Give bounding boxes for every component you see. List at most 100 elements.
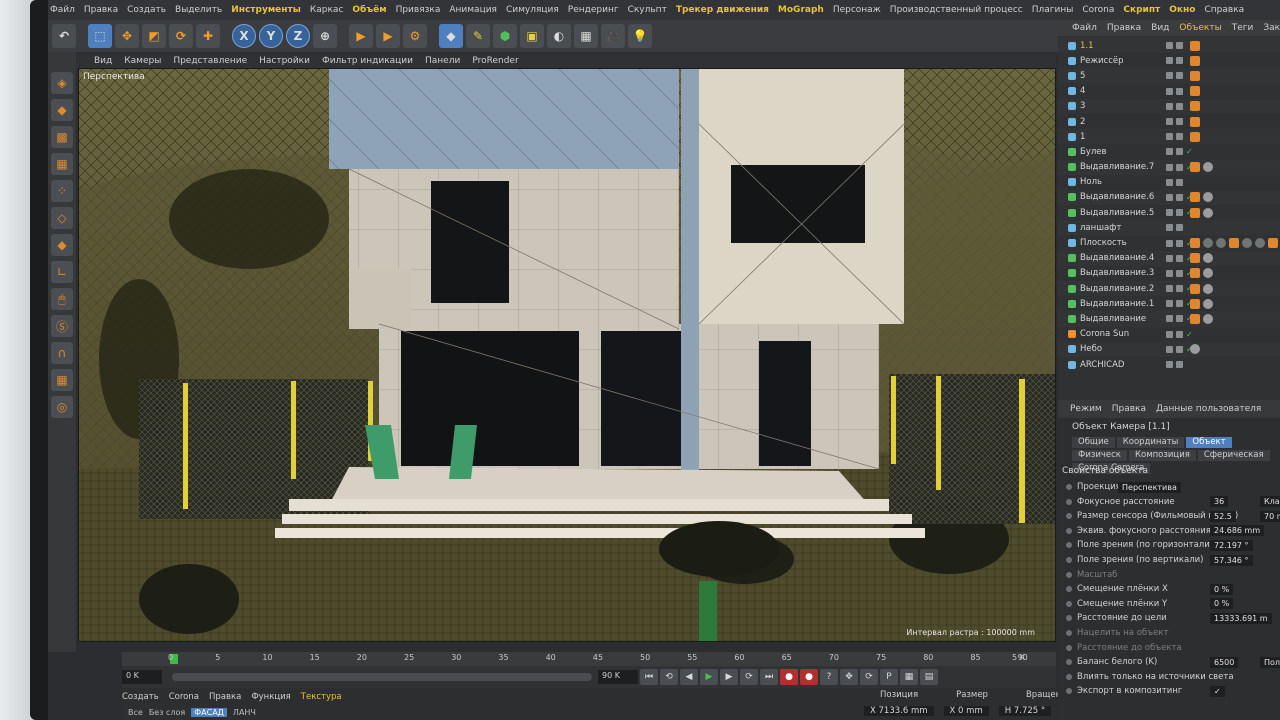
end-frame-field[interactable]: 90 K — [598, 670, 638, 684]
property-value[interactable]: Перспектива — [1118, 481, 1181, 493]
object-row[interactable]: Выдавливание.7✓ — [1058, 159, 1280, 175]
om-menu-item-5[interactable]: Заклад — [1263, 23, 1280, 33]
editor-visibility-dot[interactable] — [1166, 209, 1173, 217]
om-menu-item-1[interactable]: Правка — [1107, 23, 1141, 33]
property-row[interactable]: Проекция Перспектива — [1066, 481, 1181, 493]
property-row[interactable]: Баланс белого (K) 6500 Пользоват — [1066, 656, 1280, 668]
viewport-menu-item-1[interactable]: Камеры — [124, 56, 161, 66]
camera-tag-icon[interactable] — [1190, 40, 1200, 51]
keyframe-dot-icon[interactable] — [1066, 659, 1072, 666]
menu-item-6[interactable]: Объём — [352, 5, 386, 15]
property-value[interactable]: 36 — [1210, 496, 1229, 508]
render-visibility-dot[interactable] — [1176, 87, 1183, 95]
visibility-flags[interactable]: ✓ — [1166, 148, 1194, 156]
visibility-flags[interactable] — [1166, 178, 1183, 186]
axis-z-button[interactable]: Z — [286, 24, 310, 48]
cube-icon[interactable]: ◆ — [439, 24, 463, 48]
menu-item-4[interactable]: Инструменты — [231, 5, 301, 15]
material-tag-icon[interactable] — [1268, 238, 1278, 249]
polygons-mode-icon[interactable]: ◆ — [51, 234, 73, 256]
editor-visibility-dot[interactable] — [1166, 345, 1173, 353]
coord-field-2[interactable]: H 7.725 ° — [998, 706, 1052, 716]
material-tag-icon[interactable] — [1242, 238, 1252, 249]
create-tool-icon[interactable]: ✚ — [196, 24, 220, 48]
scale-tool-icon[interactable]: ◩ — [142, 24, 166, 48]
visibility-flags[interactable] — [1166, 224, 1183, 232]
menu-item-17[interactable]: Corona — [1082, 5, 1114, 15]
snap-icon[interactable]: Ⓢ — [51, 315, 73, 337]
texture-mode-icon[interactable]: ▩ — [51, 126, 73, 148]
material-menu-item-3[interactable]: Функция — [251, 692, 290, 702]
texture-tag-icon[interactable] — [1190, 283, 1200, 294]
property-extra[interactable]: Пользоват — [1260, 656, 1280, 668]
attr-tab-4[interactable]: Композиция — [1128, 450, 1196, 461]
object-row[interactable]: 2 — [1058, 114, 1280, 129]
visibility-flags[interactable] — [1166, 42, 1183, 50]
keyframe-dot-icon[interactable] — [1066, 586, 1072, 593]
texture-tag-icon[interactable] — [1190, 207, 1200, 218]
editor-visibility-dot[interactable] — [1166, 178, 1173, 186]
texture-tag-icon[interactable] — [1190, 313, 1200, 324]
render-visibility-dot[interactable] — [1176, 300, 1183, 308]
menu-item-16[interactable]: Плагины — [1032, 5, 1074, 15]
property-row[interactable]: Расстояние до объекта — [1066, 643, 1182, 653]
editor-visibility-dot[interactable] — [1166, 102, 1173, 110]
visibility-flags[interactable]: ✓ — [1166, 330, 1194, 338]
light-icon[interactable]: 💡 — [628, 24, 652, 48]
rotate-key-icon[interactable]: ⟳ — [860, 669, 878, 685]
object-row[interactable]: ARCHICAD — [1058, 357, 1280, 372]
property-value[interactable]: 24.686 mm — [1210, 525, 1265, 537]
om-menu-item-4[interactable]: Теги — [1232, 23, 1254, 33]
om-menu-item-3[interactable]: Объекты — [1179, 23, 1221, 33]
autokey-icon[interactable]: ● — [800, 669, 818, 685]
menu-item-10[interactable]: Рендеринг — [568, 5, 619, 15]
workplane-icon[interactable]: ▦ — [51, 153, 73, 175]
visibility-flags[interactable] — [1166, 118, 1183, 126]
viewport-menu-item-4[interactable]: Фильтр индикации — [322, 56, 413, 66]
attr-tab-0[interactable]: Общие — [1072, 437, 1115, 448]
enabled-check-icon[interactable]: ✓ — [1186, 330, 1194, 338]
attr-menu-item-0[interactable]: Режим — [1070, 404, 1102, 414]
menu-item-19[interactable]: Окно — [1169, 5, 1195, 15]
property-value[interactable]: 57.346 ° — [1210, 554, 1253, 566]
render-visibility-dot[interactable] — [1176, 330, 1183, 338]
material-menu-item-1[interactable]: Corona — [169, 692, 199, 702]
keyframe-dot-icon[interactable] — [1066, 513, 1072, 520]
render-visibility-dot[interactable] — [1176, 133, 1183, 141]
property-row[interactable]: Влиять только на источники света — [1066, 672, 1234, 682]
material-tag-icon[interactable] — [1190, 344, 1200, 355]
timeline-icon[interactable]: ▤ — [920, 669, 938, 685]
render-visibility-dot[interactable] — [1176, 209, 1183, 217]
render-visibility-dot[interactable] — [1176, 254, 1183, 262]
render-visibility-dot[interactable] — [1176, 118, 1183, 126]
goto-start-icon[interactable]: ⏮ — [640, 669, 658, 685]
property-value[interactable]: 52.5 — [1210, 510, 1236, 522]
visibility-flags[interactable] — [1166, 72, 1183, 80]
play-icon[interactable]: ▶ — [700, 669, 718, 685]
property-row[interactable]: Поле зрения (по вертикали) 57.346 ° — [1066, 554, 1253, 566]
object-row[interactable]: Выдавливание.4✓ — [1058, 250, 1280, 266]
keyframe-dot-icon[interactable] — [1066, 630, 1072, 636]
menu-item-5[interactable]: Каркас — [310, 5, 344, 15]
move-tool-icon[interactable]: ✥ — [115, 24, 139, 48]
coord-field-0[interactable]: X 7133.6 mm — [864, 706, 934, 716]
render-visibility-dot[interactable] — [1176, 285, 1183, 293]
material-tag-icon[interactable] — [1203, 313, 1213, 324]
material-tag-icon[interactable] — [1203, 192, 1213, 203]
viewport-menu-item-0[interactable]: Вид — [94, 56, 112, 66]
render-visibility-dot[interactable] — [1176, 163, 1183, 171]
attr-menu-item-1[interactable]: Правка — [1112, 404, 1146, 414]
material-tag-icon[interactable] — [1203, 268, 1213, 279]
camera-tag-icon[interactable] — [1190, 55, 1200, 66]
record-icon[interactable]: ● — [780, 669, 798, 685]
visibility-flags[interactable] — [1166, 133, 1183, 141]
rotate-tool-icon[interactable]: ⟳ — [169, 24, 193, 48]
editor-visibility-dot[interactable] — [1166, 315, 1173, 323]
coord-field-1[interactable]: X 0 mm — [943, 706, 989, 716]
object-row[interactable]: Выдавливание.6✓ — [1058, 189, 1280, 206]
editor-visibility-dot[interactable] — [1166, 42, 1173, 50]
menu-item-3[interactable]: Выделить — [175, 5, 222, 15]
timeline-ruler[interactable]: 5 K 0 5 10 15 20 25 30 35 40 45 50 55 60 65 70 75 80 85 90 — [122, 652, 1056, 666]
keyframe-dot-icon[interactable] — [1066, 527, 1072, 534]
editor-visibility-dot[interactable] — [1166, 361, 1173, 369]
